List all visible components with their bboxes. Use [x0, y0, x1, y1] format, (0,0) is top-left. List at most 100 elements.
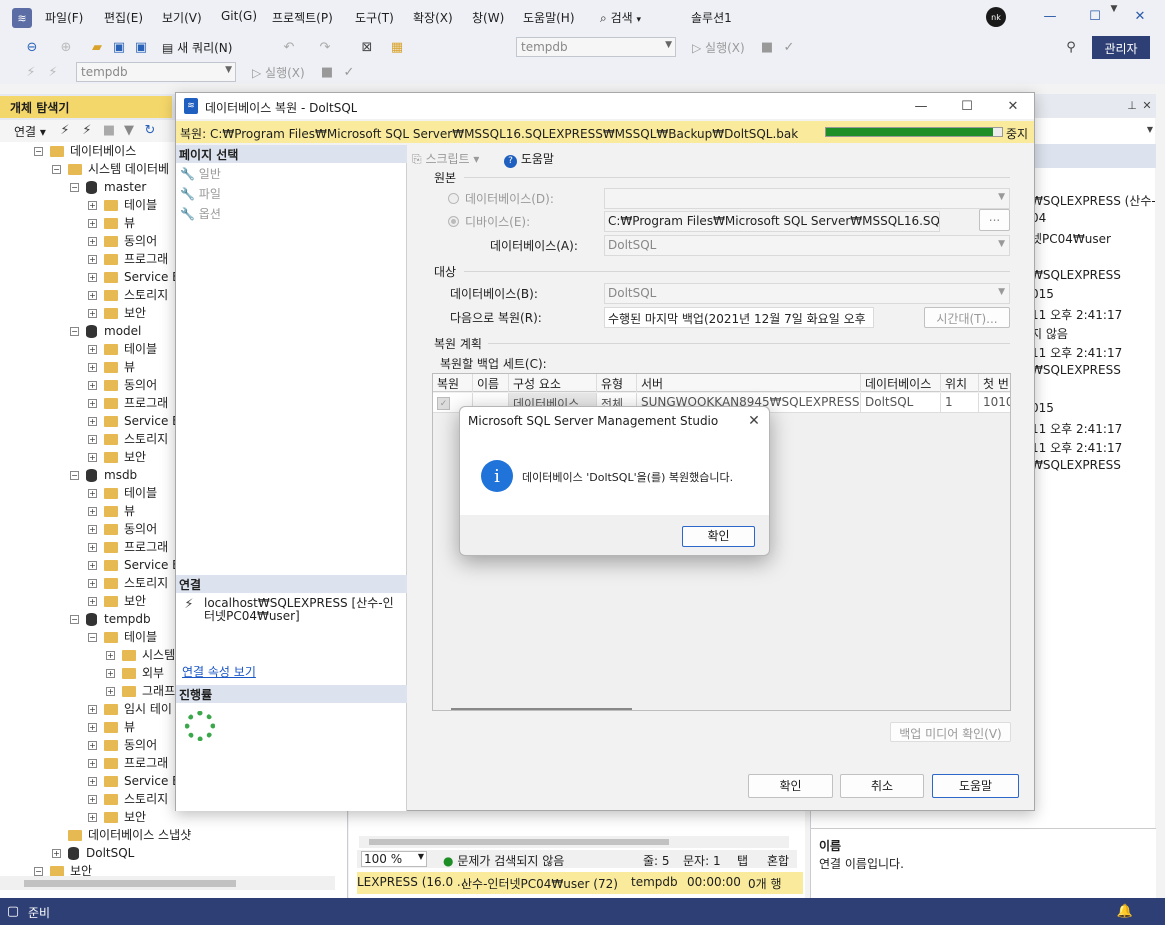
source-database-select[interactable]: ▼ [604, 188, 1010, 209]
save-all-icon[interactable]: ▣ [132, 37, 150, 57]
device-radio[interactable]: 디바이스(E): [448, 213, 530, 230]
expand-icon[interactable]: + [88, 219, 97, 228]
device-path-field[interactable]: C:₩Program Files₩Microsoft SQL Server₩MS… [604, 211, 940, 232]
tree-node[interactable]: + Service B [88, 772, 180, 790]
oe-hscroll[interactable] [0, 876, 335, 890]
tree-node[interactable]: + 보안 [88, 304, 146, 322]
stop-link[interactable]: 중지 [1006, 125, 1028, 142]
properties-dropdown-icon[interactable]: ▼ [1145, 122, 1155, 136]
verify-backup-media-button[interactable]: 백업 미디어 확인(V) [890, 722, 1011, 742]
forward-icon[interactable]: ⊕ [56, 37, 76, 57]
execute-button-2[interactable]: ▷ 실행(X) [252, 64, 305, 81]
tree-node[interactable]: + 뷰 [88, 502, 135, 520]
filter-icon[interactable]: ▼ [122, 122, 136, 138]
maximize-icon[interactable]: ☐ [1085, 6, 1105, 26]
tree-node[interactable]: − 시스템 데이터베 [52, 160, 169, 178]
dialog-close-icon[interactable]: ✕ [1003, 96, 1023, 116]
tree-node[interactable]: + 뷰 [88, 358, 135, 376]
tree-node[interactable]: + 테이블 [88, 340, 157, 358]
browse-device-button[interactable]: ... [979, 209, 1010, 231]
tree-node[interactable]: + 보안 [88, 808, 146, 826]
properties-close-icon[interactable]: ✕ [1141, 98, 1153, 112]
script-button[interactable]: ⎘ 스크립트 ▾ [412, 150, 479, 167]
save-icon[interactable]: ▣ [110, 37, 128, 57]
view-connection-properties-link[interactable]: 연결 속성 보기 [182, 663, 256, 680]
tree-node[interactable]: + Service B [88, 412, 180, 430]
connect-plug-icon[interactable]: ⚡ [58, 122, 72, 138]
tree-node[interactable]: + 그래프 [106, 682, 175, 700]
tree-node[interactable]: + Service B [88, 556, 180, 574]
back-icon[interactable]: ⊖ [22, 37, 42, 57]
pin-icon[interactable]: ⊥ [1126, 98, 1138, 112]
expand-icon[interactable]: + [106, 687, 115, 696]
collapse-icon[interactable]: − [70, 183, 79, 192]
timeline-button[interactable]: 시간대(T)... [924, 307, 1010, 328]
search-box[interactable]: ⌕ 검색 ▾ [600, 9, 670, 26]
expand-icon[interactable]: + [106, 651, 115, 660]
page-item-2[interactable]: 🔧 옵션 [180, 205, 221, 222]
tree-node[interactable]: + 동의어 [88, 520, 157, 538]
column-header[interactable]: 서버 [637, 374, 861, 392]
expand-icon[interactable]: + [88, 723, 97, 732]
tree-node[interactable]: + 보안 [88, 592, 146, 610]
menu-item-1[interactable]: 편집(E) [104, 9, 143, 26]
dialog-help-button[interactable]: 도움말 [932, 774, 1019, 798]
tree-node[interactable]: − 데이터베이스 [34, 142, 136, 160]
expand-icon[interactable]: + [88, 201, 97, 210]
dialog-maximize-icon[interactable]: ☐ [957, 96, 977, 116]
menu-item-6[interactable]: 확장(X) [413, 9, 453, 26]
tree-node[interactable]: + 프로그래 [88, 250, 168, 268]
tree-node[interactable]: + 테이블 [88, 196, 157, 214]
undo-icon[interactable]: ↶ [280, 37, 298, 57]
disconnect-plug-icon[interactable]: ⚡ [80, 122, 94, 138]
dialog-minimize-icon[interactable]: — [911, 96, 931, 116]
database-radio[interactable]: 데이터베이스(D): [448, 190, 554, 207]
tree-node[interactable]: − model [70, 322, 141, 340]
expand-icon[interactable]: + [106, 669, 115, 678]
column-header[interactable]: 유형 [597, 374, 637, 392]
expand-icon[interactable]: + [88, 741, 97, 750]
help-button[interactable]: ? 도움말 [504, 150, 554, 168]
expand-icon[interactable]: + [88, 435, 97, 444]
column-header[interactable]: 구성 요소 [509, 374, 597, 392]
zoom-combo[interactable]: 100 % ▼ [361, 851, 427, 867]
close-icon[interactable]: ✕ [1130, 6, 1150, 26]
oe-dropdown-icon[interactable]: ▼ [1107, 2, 1121, 16]
tree-node[interactable]: 데이터베이스 스냅샷 [52, 826, 191, 844]
menu-item-7[interactable]: 창(W) [472, 9, 504, 26]
registered-servers-icon[interactable]: ▦ [388, 37, 406, 57]
expand-icon[interactable]: + [88, 597, 97, 606]
collapse-icon[interactable]: − [70, 615, 79, 624]
tree-node[interactable]: + 뷰 [88, 718, 135, 736]
expand-icon[interactable]: + [88, 417, 97, 426]
database-combo-2[interactable]: tempdb ▼ [76, 62, 236, 82]
minimize-icon[interactable]: — [1040, 6, 1060, 26]
tree-node[interactable]: + 프로그래 [88, 538, 168, 556]
expand-icon[interactable]: + [88, 399, 97, 408]
collapse-icon[interactable]: − [70, 327, 79, 336]
expand-icon[interactable]: + [88, 507, 97, 516]
grid-hscroll[interactable] [451, 708, 632, 710]
column-header[interactable]: 이름 [473, 374, 509, 392]
refresh-icon[interactable]: ↻ [142, 122, 158, 138]
source-db-combo[interactable]: DoltSQL ▼ [604, 235, 1010, 256]
column-header[interactable]: 복원 [433, 374, 473, 392]
page-item-0[interactable]: 🔧 일반 [180, 165, 221, 182]
message-close-icon[interactable]: ✕ [746, 413, 762, 429]
tree-node[interactable]: + 보안 [88, 448, 146, 466]
tree-node[interactable]: + Service B [88, 268, 180, 286]
expand-icon[interactable]: + [88, 795, 97, 804]
expand-icon[interactable]: + [88, 489, 97, 498]
connect-dropdown[interactable]: 연결 ▾ [14, 123, 46, 140]
tree-node[interactable]: + 동의어 [88, 232, 157, 250]
tree-node[interactable]: + 임시 테이 [88, 700, 172, 718]
menu-item-0[interactable]: 파일(F) [45, 9, 83, 26]
column-header[interactable]: 데이터베이스 [861, 374, 941, 392]
tree-node[interactable]: + 스토리지 [88, 286, 168, 304]
restore-checkbox[interactable]: ✓ [437, 397, 450, 410]
avatar[interactable]: nk [986, 7, 1006, 27]
expand-icon[interactable]: + [88, 273, 97, 282]
expand-icon[interactable]: + [88, 561, 97, 570]
tree-node[interactable]: − tempdb [70, 610, 151, 628]
expand-icon[interactable]: + [88, 255, 97, 264]
